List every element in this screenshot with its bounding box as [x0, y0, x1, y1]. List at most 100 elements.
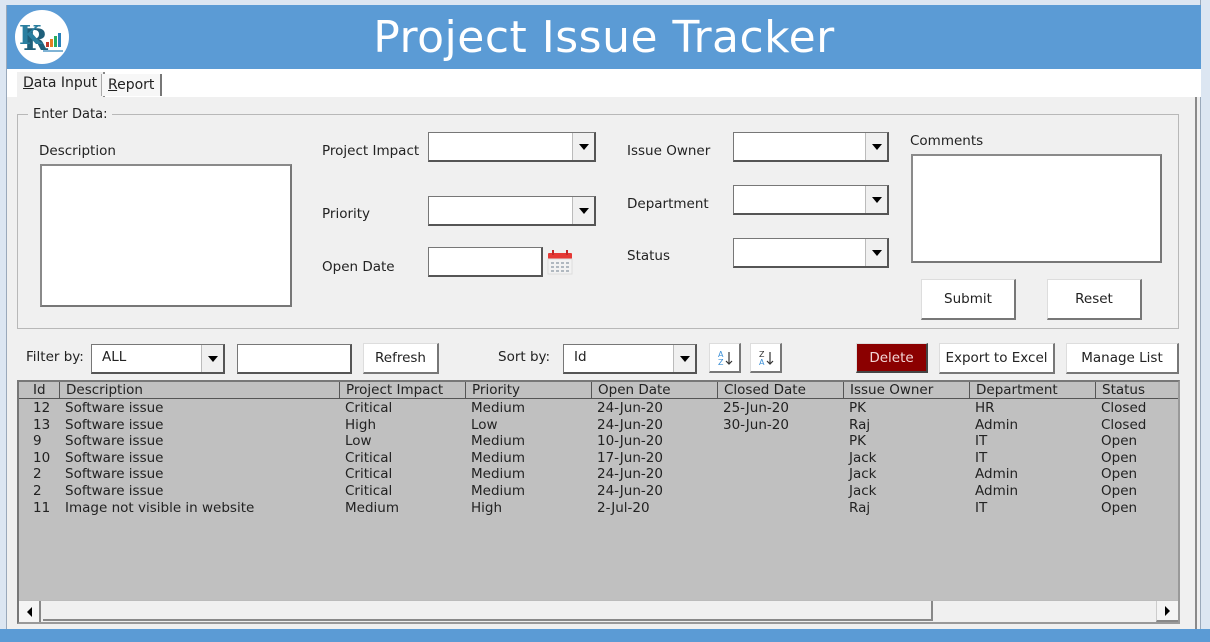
submit-button[interactable]: Submit: [921, 279, 1016, 320]
priority-combobox[interactable]: [428, 196, 596, 226]
tab-report-label: Report: [108, 77, 155, 93]
export-to-excel-button[interactable]: Export to Excel: [939, 343, 1055, 374]
cell-id: 2: [33, 466, 42, 483]
cell-project-impact: Critical: [345, 483, 393, 499]
tab-report[interactable]: Report: [101, 74, 163, 96]
header-banner: R K Project Issue Tracker: [7, 5, 1201, 69]
sort-descending-icon: Z A: [759, 350, 773, 367]
chevron-down-icon[interactable]: [865, 186, 887, 213]
bottom-bar: [0, 629, 1210, 642]
cell-priority: Medium: [471, 400, 525, 416]
cell-open-date: 2-Jul-20: [597, 499, 650, 516]
chevron-down-icon[interactable]: [865, 133, 887, 160]
table-row[interactable]: 12 Software issue Critical Medium 24-Jun-20 2…: [19, 400, 1178, 417]
description-label: Description: [39, 143, 116, 159]
tab-mnemonic: R: [108, 77, 118, 93]
reset-button[interactable]: Reset: [1047, 279, 1142, 320]
chevron-down-icon[interactable]: [865, 239, 887, 266]
status-combobox[interactable]: [733, 238, 889, 268]
cell-department: Admin: [975, 483, 1019, 499]
table-row[interactable]: 2 Software issue Critical Medium 24-Jun-20 Ja…: [19, 483, 1178, 500]
cell-description: Software issue: [65, 400, 164, 416]
cell-id: 10: [33, 449, 51, 466]
chevron-down-icon[interactable]: [201, 345, 223, 372]
sort-by-combobox[interactable]: Id: [563, 344, 697, 374]
column-header-status: Status: [1095, 382, 1145, 399]
tab-data-input-label: Data Input: [23, 75, 98, 91]
table-row[interactable]: 10 Software issue Critical Medium 17-Jun-20 J…: [19, 450, 1178, 467]
cell-issue-owner: Raj: [849, 416, 871, 433]
cell-project-impact: Medium: [345, 499, 399, 516]
cell-description: Software issue: [65, 483, 164, 499]
manage-list-button[interactable]: Manage List: [1066, 343, 1179, 374]
cell-id: 12: [33, 400, 51, 416]
department-combobox[interactable]: [733, 185, 889, 215]
column-header-open-date: Open Date: [591, 382, 671, 399]
open-date-input[interactable]: [428, 247, 543, 277]
column-header-id: Id: [33, 382, 46, 398]
filter-by-value: ALL: [102, 349, 127, 365]
cell-department: IT: [975, 499, 988, 516]
chevron-down-icon[interactable]: [572, 197, 594, 224]
issue-owner-combobox[interactable]: [733, 132, 889, 162]
cell-open-date: 24-Jun-20: [597, 400, 663, 416]
cell-issue-owner: Jack: [849, 466, 877, 483]
project-impact-combobox[interactable]: [428, 132, 596, 162]
cell-status: Closed: [1101, 416, 1147, 433]
description-textarea[interactable]: [40, 164, 292, 307]
column-header-closed-date: Closed Date: [717, 382, 806, 399]
scrollbar-thumb[interactable]: [43, 601, 933, 621]
table-row[interactable]: 2 Software issue Critical Medium 24-Jun-20 Ja…: [19, 466, 1178, 483]
cell-open-date: 24-Jun-20: [597, 483, 663, 499]
cell-department: IT: [975, 449, 988, 466]
cell-closed-date: 30-Jun-20: [723, 416, 789, 433]
table-row[interactable]: 13 Software issue High Low 24-Jun-20 30-Jun-2…: [19, 417, 1178, 434]
scroll-left-button[interactable]: [19, 601, 41, 622]
data-input-page: Enter Data: Description Project Impact P…: [7, 97, 1197, 642]
cell-status: Closed: [1101, 400, 1147, 416]
sort-by-label: Sort by:: [498, 349, 551, 365]
cell-issue-owner: Jack: [849, 449, 877, 466]
filter-text-input[interactable]: [237, 344, 352, 374]
chevron-down-icon[interactable]: [572, 133, 594, 160]
tab-data-input[interactable]: Data Input: [17, 72, 106, 97]
comments-textarea[interactable]: [911, 154, 1162, 263]
column-header-project-impact: Project Impact: [339, 382, 443, 399]
window-frame-right: [1200, 0, 1210, 642]
filter-by-combobox[interactable]: ALL: [91, 344, 225, 374]
cell-department: IT: [975, 433, 988, 450]
cell-issue-owner: PK: [849, 400, 866, 416]
tab-strip: Data Input Report: [7, 69, 1201, 97]
chevron-down-icon[interactable]: [673, 345, 695, 372]
issues-listbox[interactable]: Id Description Project Impact Priority O…: [17, 380, 1180, 624]
cell-issue-owner: Jack: [849, 483, 877, 499]
table-row[interactable]: 11 Image not visible in website Medium High…: [19, 500, 1178, 517]
calendar-icon[interactable]: [547, 249, 573, 275]
sort-descending-button[interactable]: Z A: [750, 343, 782, 373]
tab-mnemonic: D: [23, 75, 34, 91]
enter-data-legend: Enter Data:: [33, 107, 108, 122]
cell-open-date: 17-Jun-20: [597, 449, 663, 466]
cell-project-impact: Critical: [345, 466, 393, 483]
cell-status: Open: [1101, 466, 1138, 483]
scroll-right-button[interactable]: [1156, 601, 1178, 622]
app-window: R K Project Issue Tracker Data Input Rep…: [6, 5, 1201, 642]
refresh-button[interactable]: Refresh: [363, 343, 439, 374]
cell-open-date: 24-Jun-20: [597, 416, 663, 433]
cell-id: 11: [33, 499, 51, 516]
cell-status: Open: [1101, 449, 1138, 466]
cell-priority: Low: [471, 416, 498, 433]
horizontal-scrollbar[interactable]: [19, 600, 1178, 622]
table-row[interactable]: 9 Software issue Low Medium 10-Jun-20 PK IT Ope…: [19, 433, 1178, 450]
cell-id: 13: [33, 416, 51, 433]
cell-project-impact: High: [345, 416, 377, 433]
issue-owner-label: Issue Owner: [627, 143, 711, 159]
cell-department: HR: [975, 400, 995, 416]
cell-department: Admin: [975, 466, 1019, 483]
delete-button[interactable]: Delete: [856, 343, 928, 373]
cell-description: Software issue: [65, 416, 164, 433]
svg-text:A: A: [759, 358, 765, 367]
sort-ascending-button[interactable]: A Z: [709, 343, 741, 373]
cell-priority: Medium: [471, 433, 525, 450]
cell-status: Open: [1101, 483, 1138, 499]
